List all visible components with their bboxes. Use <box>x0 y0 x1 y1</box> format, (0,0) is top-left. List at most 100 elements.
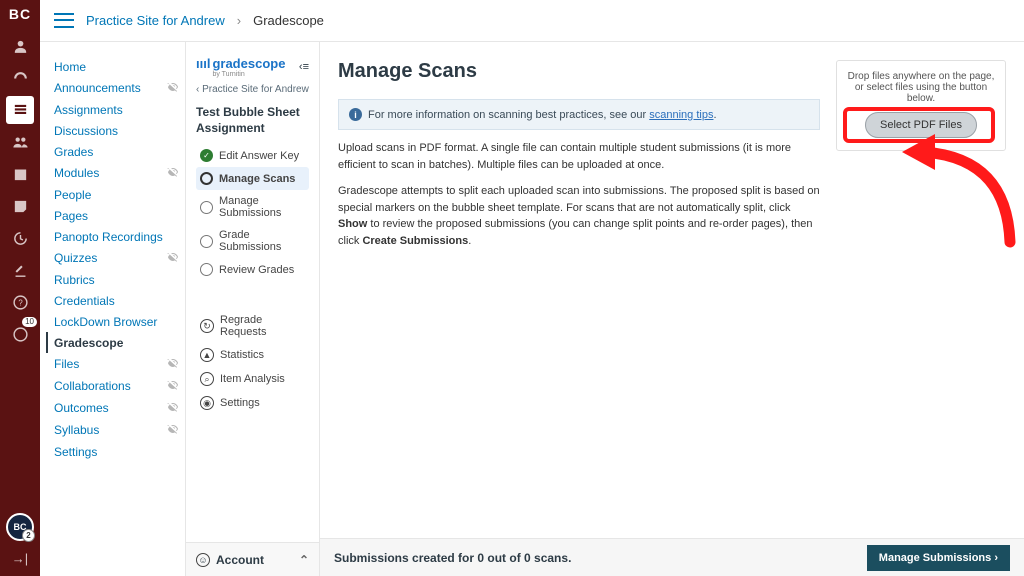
course-nav-item[interactable]: Pages <box>54 205 179 226</box>
nav-label: Syllabus <box>54 423 99 437</box>
course-nav-item[interactable]: Files <box>54 353 179 375</box>
breadcrumb-course[interactable]: Practice Site for Andrew <box>86 13 225 28</box>
nav-label: Collaborations <box>54 379 131 393</box>
nav-label: Assignments <box>54 103 123 117</box>
course-nav-item[interactable]: Collaborations <box>54 375 179 397</box>
user-avatar[interactable]: BC2 <box>6 513 34 541</box>
hidden-icon <box>167 379 179 394</box>
assignment-title: Test Bubble Sheet Assignment <box>196 105 309 136</box>
nav-label: Gradescope <box>54 336 123 350</box>
course-nav-item[interactable]: Modules <box>54 162 179 184</box>
nav-label: People <box>54 188 91 202</box>
hidden-icon <box>167 357 179 372</box>
step-label: Manage Submissions <box>219 195 305 219</box>
scanning-tips-link[interactable]: scanning tips <box>649 109 713 121</box>
nav-label: Pages <box>54 209 88 223</box>
course-nav-item[interactable]: Quizzes <box>54 247 179 269</box>
upload-help-text-1: Upload scans in PDF format. A single fil… <box>338 140 820 173</box>
info-icon: i <box>349 108 362 121</box>
hidden-icon <box>167 81 179 96</box>
page-title: Manage Scans <box>338 60 820 83</box>
workflow-step[interactable]: Edit Answer Key <box>196 144 309 167</box>
account-footer[interactable]: ☺ Account ⌃ <box>186 542 319 576</box>
manage-submissions-button[interactable]: Manage Submissions › <box>867 545 1010 571</box>
check-icon <box>200 149 213 162</box>
history-icon[interactable] <box>6 224 34 252</box>
workflow-step[interactable]: Grade Submissions <box>196 224 309 258</box>
nav-label: LockDown Browser <box>54 315 157 329</box>
calendar-icon[interactable] <box>6 160 34 188</box>
nav-label: Rubrics <box>54 273 95 287</box>
tool-icon: ▲ <box>200 348 214 362</box>
course-nav-item[interactable]: Discussions <box>54 120 179 141</box>
tool-icon: ◉ <box>200 396 214 410</box>
course-nav-item[interactable]: Gradescope <box>46 332 179 353</box>
workflow-step[interactable]: Review Grades <box>196 258 309 281</box>
global-nav-rail: BC ? 10 BC2 →| <box>0 0 40 576</box>
dashboard-icon[interactable] <box>6 64 34 92</box>
institution-logo: BC <box>9 6 31 22</box>
tool-label: Statistics <box>220 349 264 361</box>
notification-badge: 2 <box>22 529 35 542</box>
course-nav-item[interactable]: People <box>54 184 179 205</box>
nav-label: Announcements <box>54 81 141 95</box>
course-nav-item[interactable]: Grades <box>54 141 179 162</box>
help-icon[interactable]: ? <box>6 288 34 316</box>
tool-item[interactable]: ⌕ Item Analysis <box>196 367 309 391</box>
circle-icon <box>200 263 213 276</box>
breadcrumb-current: Gradescope <box>253 13 324 28</box>
course-nav-item[interactable]: Rubrics <box>54 269 179 290</box>
course-nav-item[interactable]: Announcements <box>54 77 179 99</box>
main-content: Manage Scans i For more information on s… <box>320 42 1024 576</box>
course-nav-item[interactable]: Assignments <box>54 99 179 120</box>
commons-icon[interactable] <box>6 256 34 284</box>
tool-item[interactable]: ◉Settings <box>196 391 309 415</box>
circle-icon <box>200 201 213 214</box>
tool-icon: ↻ <box>200 319 214 333</box>
workflow-step[interactable]: Manage Scans <box>196 167 309 190</box>
course-nav-item[interactable]: LockDown Browser <box>54 311 179 332</box>
tool-label: Item Analysis <box>220 373 285 385</box>
nav-label: Quizzes <box>54 251 97 265</box>
course-nav-item[interactable]: Outcomes <box>54 397 179 419</box>
workflow-step[interactable]: Manage Submissions <box>196 190 309 224</box>
course-nav-item[interactable]: Credentials <box>54 290 179 311</box>
status-bar: Submissions created for 0 out of 0 scans… <box>320 538 1024 576</box>
hamburger-icon[interactable] <box>54 11 74 31</box>
circle-icon <box>200 235 213 248</box>
course-nav-item[interactable]: Panopto Recordings <box>54 226 179 247</box>
badge: 10 <box>22 317 37 327</box>
account-icon: ☺ <box>196 553 210 567</box>
collapse-arrow-icon[interactable]: →| <box>12 551 28 566</box>
course-nav-item[interactable]: Syllabus <box>54 419 179 441</box>
upload-help-text-2: Gradescope attempts to split each upload… <box>338 183 820 249</box>
nav-label: Credentials <box>54 294 115 308</box>
groups-icon[interactable] <box>6 128 34 156</box>
hidden-icon <box>167 423 179 438</box>
course-navigation: Home Announcements Assignments Discussions G… <box>40 42 185 576</box>
course-nav-item[interactable]: Home <box>54 56 179 77</box>
breadcrumb-separator: › <box>237 13 241 28</box>
courses-icon[interactable] <box>6 96 34 124</box>
step-label: Grade Submissions <box>219 229 305 253</box>
circle-icon <box>200 172 213 185</box>
course-nav-item[interactable]: Settings <box>54 441 179 462</box>
analytics-icon[interactable]: 10 <box>6 320 34 348</box>
step-label: Review Grades <box>219 264 294 276</box>
tool-icon: ⌕ <box>200 372 214 386</box>
account-icon[interactable] <box>6 32 34 60</box>
account-label: Account <box>216 553 264 567</box>
info-banner: i For more information on scanning best … <box>338 99 820 130</box>
nav-label: Panopto Recordings <box>54 230 163 244</box>
inbox-icon[interactable] <box>6 192 34 220</box>
submission-status: Submissions created for 0 out of 0 scans… <box>334 551 571 565</box>
sidebar-toggle-icon[interactable]: ‹≡ <box>299 61 309 73</box>
gradescope-back-link[interactable]: ‹ Practice Site for Andrew <box>196 84 309 95</box>
tool-item[interactable]: ▲ Statistics <box>196 343 309 367</box>
tool-item[interactable]: ↻Regrade Requests <box>196 309 309 343</box>
nav-label: Grades <box>54 145 93 159</box>
file-drop-card[interactable]: Drop files anywhere on the page, or sele… <box>836 60 1006 151</box>
select-pdf-button[interactable]: Select PDF Files <box>865 112 977 138</box>
drop-instructions: Drop files anywhere on the page, or sele… <box>845 71 997 104</box>
svg-text:?: ? <box>18 298 23 307</box>
